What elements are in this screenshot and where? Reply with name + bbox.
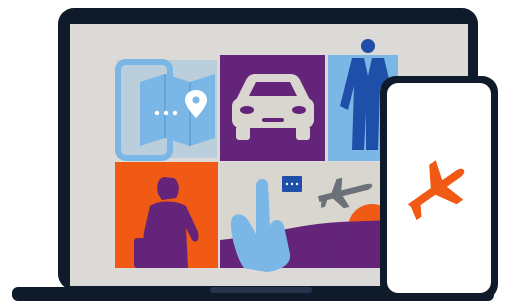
car-tile	[220, 55, 325, 161]
phone	[380, 76, 498, 300]
folded-map	[140, 74, 215, 146]
travel-illustration	[12, 8, 498, 301]
illustration-collage	[115, 39, 398, 272]
ticket-tile	[220, 163, 396, 272]
map-tile	[115, 59, 217, 161]
traveler-tile	[115, 162, 218, 268]
laptop-hinge	[210, 287, 312, 293]
